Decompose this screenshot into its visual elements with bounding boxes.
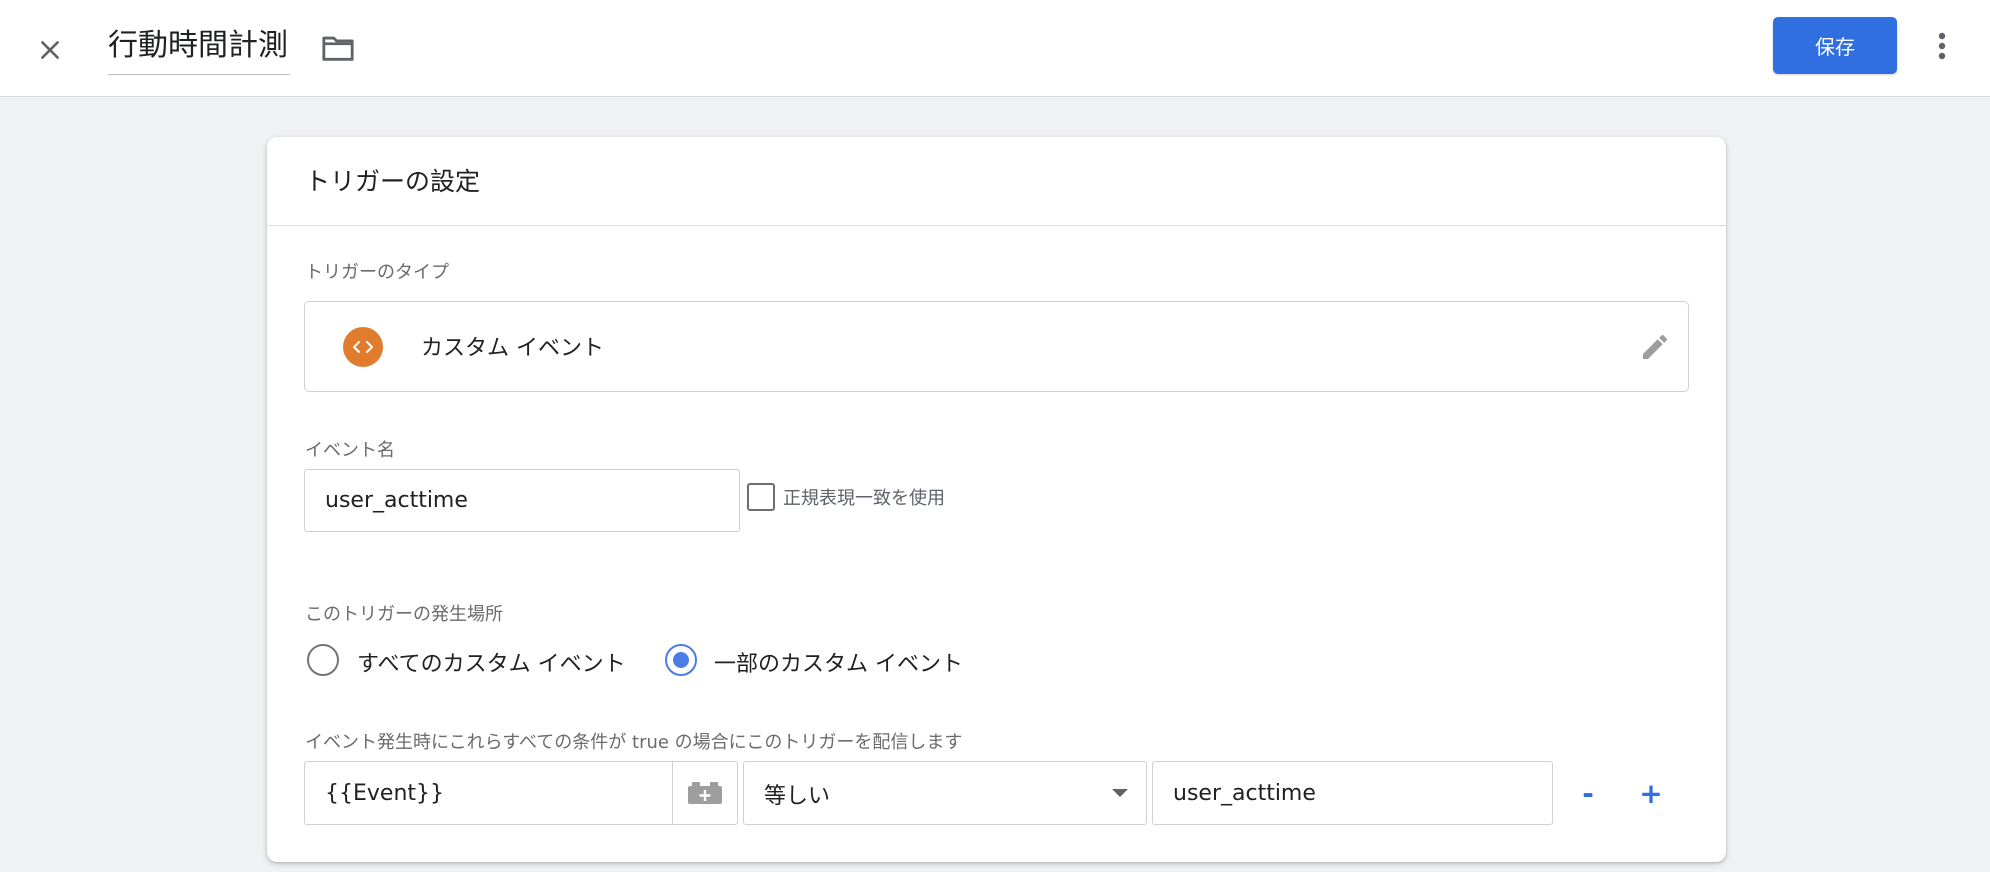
page-title[interactable]: 行動時間計測 xyxy=(108,22,290,75)
event-name-label: イベント名 xyxy=(305,440,395,461)
card-header: トリガーの設定 xyxy=(267,137,1726,226)
remove-condition-button[interactable]: - xyxy=(1566,761,1610,825)
close-button[interactable] xyxy=(28,28,72,72)
edit-trigger-type-button[interactable] xyxy=(1634,326,1676,368)
folder-icon xyxy=(322,36,354,61)
condition-operator-value: 等しい xyxy=(764,784,831,809)
radio-some-custom-events[interactable] xyxy=(665,644,697,676)
radio-all-label: すべてのカスタム イベント xyxy=(357,652,626,677)
save-button[interactable]: 保存 xyxy=(1773,17,1897,74)
trigger-config-card: トリガーの設定 トリガーのタイプ カスタム イベント イベント名 正規表現一致を… xyxy=(267,137,1726,862)
trigger-type-name: カスタム イベント xyxy=(421,336,604,361)
condition-label: イベント発生時にこれらすべての条件が true の場合にこのトリガーを配信します xyxy=(305,732,963,753)
folder-button[interactable] xyxy=(318,28,358,68)
event-name-input[interactable] xyxy=(304,469,740,532)
condition-operator-select[interactable]: 等しい xyxy=(743,761,1147,825)
more-options-button[interactable] xyxy=(1922,24,1962,68)
close-icon xyxy=(41,41,59,59)
add-condition-button[interactable]: + xyxy=(1629,761,1673,825)
trigger-type-label: トリガーのタイプ xyxy=(305,262,449,283)
chevron-down-icon xyxy=(1112,789,1128,797)
top-bar: 行動時間計測 保存 xyxy=(0,0,1990,97)
variable-add-icon xyxy=(688,782,722,804)
condition-value-input[interactable] xyxy=(1152,761,1553,825)
fire-on-label: このトリガーの発生場所 xyxy=(305,604,503,625)
radio-some-label: 一部のカスタム イベント xyxy=(714,652,963,677)
insert-variable-button[interactable] xyxy=(672,761,738,825)
regex-checkbox-label: 正規表現一致を使用 xyxy=(783,488,945,509)
pencil-icon xyxy=(1643,334,1668,359)
more-vert-icon xyxy=(1938,32,1946,60)
trigger-type-selector[interactable]: カスタム イベント xyxy=(304,301,1689,392)
regex-checkbox[interactable] xyxy=(747,483,775,511)
radio-all-custom-events[interactable] xyxy=(307,644,339,676)
card-title: トリガーの設定 xyxy=(305,167,481,196)
custom-event-icon xyxy=(343,327,383,367)
condition-variable-input[interactable] xyxy=(304,761,674,825)
